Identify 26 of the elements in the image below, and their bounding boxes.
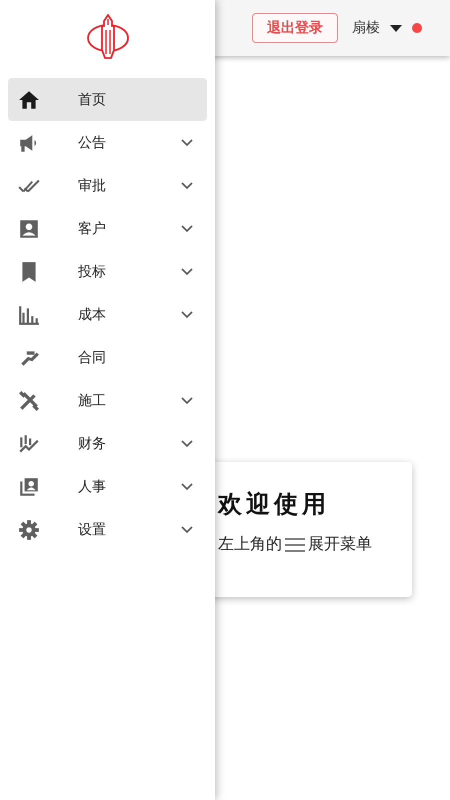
welcome-title: 欢迎使用 — [218, 489, 330, 520]
menu-item-icon — [18, 218, 40, 240]
sidebar-item[interactable]: 财务 — [8, 422, 207, 465]
sidebar-item[interactable]: 人事 — [8, 465, 207, 508]
menu-item-icon — [18, 518, 40, 540]
sidebar-item[interactable]: 成本 — [8, 293, 207, 336]
hint-text: 展开菜单 — [308, 534, 372, 555]
sidebar-item[interactable]: 客户 — [8, 207, 207, 250]
sidebar-item[interactable]: 设置 — [8, 508, 207, 551]
caret-icon[interactable] — [390, 24, 402, 32]
sidebar-item[interactable]: 公告 — [8, 121, 207, 164]
sidebar-item[interactable]: 施工 — [8, 379, 207, 422]
menu-item-icon — [18, 304, 40, 326]
menu-item-icon — [18, 390, 40, 412]
menu-item-icon — [18, 88, 40, 110]
logout-button[interactable]: 退出登录 — [252, 13, 338, 43]
menu-item-icon — [18, 432, 40, 454]
menu-icon — [285, 538, 305, 552]
menu-item-icon — [18, 476, 40, 498]
hint-text: 左上角的 — [218, 534, 282, 555]
sidebar-item[interactable]: 投标 — [8, 250, 207, 293]
sidebar-item[interactable]: 首页 — [8, 78, 207, 121]
logo-icon — [86, 14, 130, 60]
sidebar-item[interactable]: 审批 — [8, 164, 207, 207]
user-name[interactable]: 扇棱 — [352, 19, 380, 37]
sidebar-item[interactable]: 合同 — [8, 336, 207, 379]
